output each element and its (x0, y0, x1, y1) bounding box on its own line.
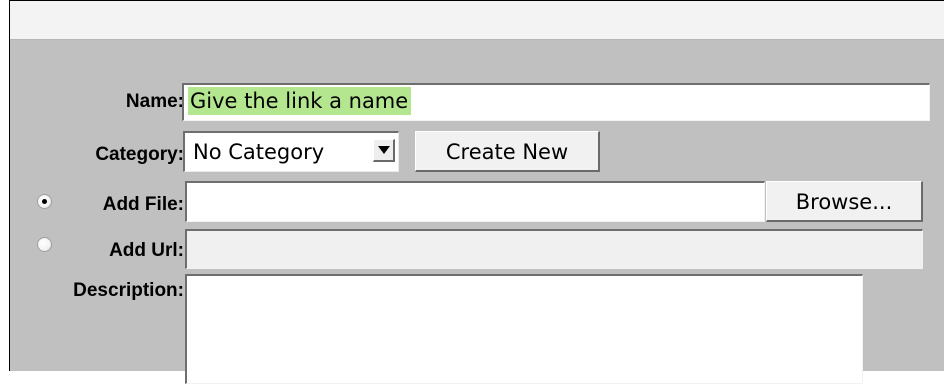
form-panel: Name: Give the link a name Category: No … (9, 0, 944, 384)
chevron-down-icon[interactable] (373, 139, 395, 162)
top-band (10, 1, 944, 40)
add-url-input[interactable] (185, 229, 923, 269)
add-file-radio[interactable] (37, 194, 52, 209)
name-input-value: Give the link a name (188, 87, 412, 115)
category-select[interactable]: No Category (183, 131, 399, 172)
name-label: Name: (125, 91, 184, 112)
add-file-input[interactable] (185, 181, 765, 222)
add-url-radio[interactable] (37, 237, 52, 252)
create-new-button[interactable]: Create New (415, 131, 600, 172)
description-textarea[interactable] (185, 274, 863, 384)
add-file-label: Add File: (102, 194, 184, 215)
browse-button[interactable]: Browse... (766, 181, 923, 222)
radio-selected-dot (42, 199, 47, 204)
name-input[interactable]: Give the link a name (182, 83, 930, 121)
description-label: Description: (73, 280, 184, 301)
category-select-value: No Category (193, 140, 325, 164)
category-label: Category: (95, 144, 184, 165)
add-url-label: Add Url: (109, 240, 184, 261)
